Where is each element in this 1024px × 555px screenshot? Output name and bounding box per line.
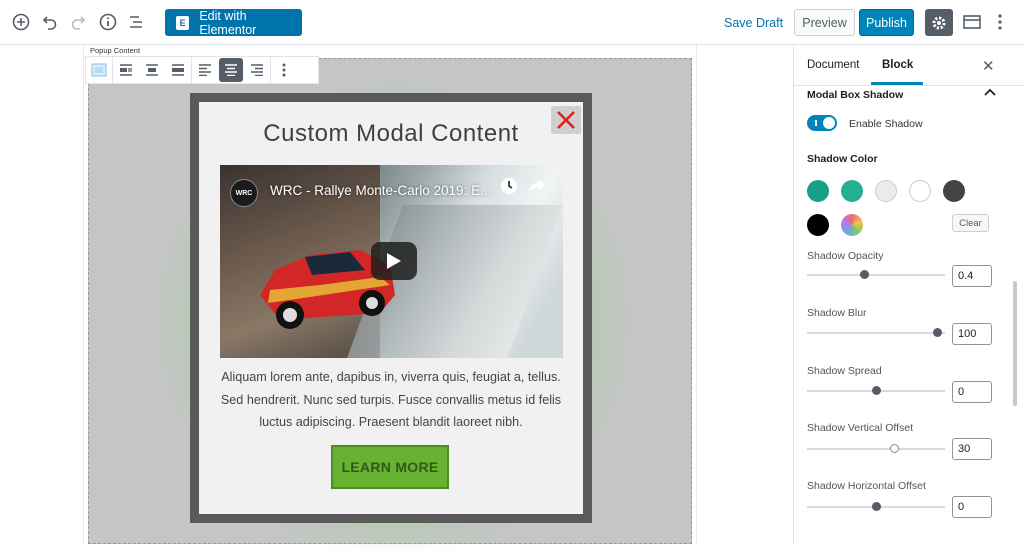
shadow-horizontal-offset-input[interactable]: 0 <box>952 496 992 518</box>
block-more-options-icon[interactable] <box>271 57 297 83</box>
block-type-icon[interactable] <box>86 57 112 83</box>
video-embed[interactable]: WRC WRC - Rallye Monte-Carlo 2019: E... <box>220 165 563 358</box>
edit-with-elementor-button[interactable]: E Edit with Elementor <box>165 8 302 37</box>
watch-later-icon[interactable] <box>500 177 518 195</box>
shadow-vertical-offset-label: Shadow Vertical Offset <box>807 422 914 434</box>
modal-box: Custom Modal Content WRC WRC - Rallye Mo… <box>190 93 592 523</box>
shadow-opacity-input[interactable]: 0.4 <box>952 265 992 287</box>
align-left-icon[interactable] <box>192 57 218 83</box>
shadow-spread-label: Shadow Spread <box>807 365 882 377</box>
more-options-icon[interactable] <box>993 11 1007 33</box>
sidebar-scrollbar[interactable] <box>1011 86 1018 544</box>
enable-shadow-label: Enable Shadow <box>849 118 923 130</box>
shadow-spread-input[interactable]: 0 <box>952 381 992 403</box>
shadow-blur-label: Shadow Blur <box>807 307 867 319</box>
shadow-color-label: Shadow Color <box>807 153 878 165</box>
block-type-label: Popup Content <box>90 46 141 55</box>
wrc-channel-logo[interactable]: WRC <box>230 179 258 207</box>
sidebar-tabs: Document Block ✕ <box>794 45 1024 86</box>
custom-color-picker[interactable] <box>841 214 863 236</box>
block-navigation-icon[interactable] <box>125 11 147 33</box>
shadow-vertical-offset-handle[interactable] <box>890 444 899 453</box>
active-tab-indicator <box>871 82 923 85</box>
shadow-horizontal-offset-handle[interactable] <box>872 502 881 511</box>
shadow-opacity-slider[interactable] <box>807 274 945 276</box>
color-swatch[interactable] <box>909 180 931 202</box>
media-center-icon[interactable] <box>139 57 165 83</box>
shadow-blur-slider[interactable] <box>807 332 945 334</box>
align-right-icon[interactable] <box>244 57 270 83</box>
color-swatch[interactable] <box>841 180 863 202</box>
block-toolbar <box>85 56 319 84</box>
undo-icon[interactable] <box>39 11 61 33</box>
settings-gear-icon[interactable] <box>925 9 953 36</box>
shadow-spread-handle[interactable] <box>872 386 881 395</box>
section-title[interactable]: Modal Box Shadow <box>807 89 903 101</box>
play-button[interactable] <box>371 242 417 280</box>
layout-icon[interactable] <box>961 11 983 33</box>
shadow-opacity-handle[interactable] <box>860 270 869 279</box>
modal-content: Custom Modal Content WRC WRC - Rallye Mo… <box>199 102 583 514</box>
save-draft-button[interactable]: Save Draft <box>724 16 783 30</box>
shadow-blur-handle[interactable] <box>933 328 942 337</box>
align-center-icon[interactable] <box>219 58 243 82</box>
editor-toolbar: E Edit with Elementor Save Draft Preview… <box>0 0 1024 45</box>
modal-body-text: Aliquam lorem ante, dapibus in, viverra … <box>220 370 562 429</box>
tab-document[interactable]: Document <box>807 59 859 71</box>
shadow-horizontal-offset-label: Shadow Horizontal Offset <box>807 480 926 492</box>
content-boundary-right <box>696 45 697 544</box>
editor-canvas: Popup Content Custom Modal Content WRC W… <box>0 45 793 555</box>
publish-button[interactable]: Publish <box>859 9 914 36</box>
add-block-icon[interactable] <box>10 11 32 33</box>
color-swatch[interactable] <box>875 180 897 202</box>
shadow-vertical-offset-input[interactable]: 30 <box>952 438 992 460</box>
enable-shadow-toggle[interactable] <box>807 115 837 131</box>
media-left-icon[interactable] <box>113 57 139 83</box>
edit-with-elementor-label: Edit with Elementor <box>199 8 257 37</box>
redo-icon[interactable] <box>67 11 89 33</box>
preview-button[interactable]: Preview <box>794 9 855 36</box>
settings-sidebar: Document Block ✕ Modal Box Shadow Enable… <box>793 45 1024 544</box>
shadow-opacity-label: Shadow Opacity <box>807 250 884 262</box>
color-swatch[interactable] <box>807 214 829 236</box>
content-boundary-left <box>83 45 84 544</box>
play-icon <box>387 253 401 269</box>
tab-block[interactable]: Block <box>882 59 913 71</box>
share-icon[interactable] <box>528 177 546 195</box>
clear-color-button[interactable]: Clear <box>952 214 989 232</box>
chevron-up-icon[interactable] <box>984 85 996 99</box>
color-swatch[interactable] <box>943 180 965 202</box>
elementor-icon: E <box>176 15 190 30</box>
info-icon[interactable] <box>97 11 119 33</box>
media-full-icon[interactable] <box>165 57 191 83</box>
close-sidebar-icon[interactable]: ✕ <box>982 57 995 75</box>
shadow-vertical-offset-slider[interactable] <box>807 448 945 450</box>
video-title[interactable]: WRC - Rallye Monte-Carlo 2019: E... <box>270 183 491 198</box>
modal-title: Custom Modal Content <box>263 120 519 147</box>
color-swatch[interactable] <box>807 180 829 202</box>
learn-more-button[interactable]: LEARN MORE <box>331 445 449 489</box>
shadow-blur-input[interactable]: 100 <box>952 323 992 345</box>
